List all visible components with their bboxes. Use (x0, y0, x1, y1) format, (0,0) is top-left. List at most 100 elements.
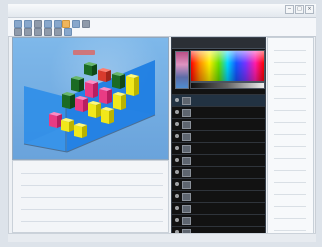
visibility-icon[interactable] (175, 194, 179, 198)
layer-row-5[interactable] (172, 142, 265, 154)
bar-pink-4-front (99, 89, 107, 104)
layer-row-11[interactable] (172, 214, 265, 226)
align-left-icon[interactable] (34, 27, 42, 36)
bar-red-1-front (98, 70, 106, 82)
print-icon[interactable] (34, 19, 42, 28)
visibility-icon[interactable] (175, 206, 179, 210)
three-d-bar-chart (23, 60, 156, 153)
visibility-icon[interactable] (175, 122, 179, 126)
layer-row-4[interactable] (172, 130, 265, 142)
save-icon[interactable] (14, 19, 22, 28)
layer-thumbnail (182, 121, 191, 129)
sidebar-line-2 (274, 62, 306, 63)
toolbar-group-format (14, 27, 72, 36)
sidebar-line-4 (274, 86, 306, 87)
sidebar-line-5 (274, 98, 306, 99)
sidebar-line-9 (274, 146, 306, 147)
italic-icon[interactable] (24, 27, 32, 36)
layer-row-8[interactable] (172, 178, 265, 190)
bold-icon[interactable] (14, 27, 22, 36)
lower-panel-rule-3 (21, 197, 163, 198)
bar-yellow-6-side (134, 76, 139, 96)
layer-thumbnail (182, 217, 191, 225)
toolbar (8, 18, 316, 37)
layers-panel-header (172, 38, 265, 49)
bar-yellow-4-front (101, 109, 109, 124)
layer-row-6[interactable] (172, 154, 265, 166)
sidebar-line-13 (274, 194, 306, 195)
grayscale-palette[interactable] (190, 82, 265, 89)
lower-panel-rule-5 (21, 221, 163, 222)
undo-icon[interactable] (44, 19, 52, 28)
bar-yellow-2-side (82, 125, 87, 138)
layer-thumbnail (182, 133, 191, 141)
bar-green-3-front (84, 64, 92, 76)
settings-icon[interactable] (82, 19, 90, 28)
layer-row-10[interactable] (172, 202, 265, 214)
lower-panel-rule-1 (21, 173, 163, 174)
maximize-button[interactable]: □ (295, 5, 304, 14)
layer-thumbnail (182, 109, 191, 117)
layers-icon[interactable] (72, 19, 80, 28)
visibility-icon[interactable] (175, 134, 179, 138)
toolbar-group-secondary (62, 19, 90, 28)
bar-yellow-5-front (113, 94, 121, 110)
toolbar-group-primary (14, 19, 62, 28)
bar-yellow-1-front (61, 120, 69, 132)
minimize-button[interactable]: − (285, 5, 294, 14)
color-palette[interactable] (190, 50, 265, 82)
layer-row-7[interactable] (172, 166, 265, 178)
zoom-icon[interactable] (62, 19, 70, 28)
sidebar-line-8 (274, 134, 306, 135)
screen: − □ × (8, 4, 316, 242)
layer-thumbnail (182, 205, 191, 213)
bar-pink-1-front (49, 114, 57, 128)
visibility-icon[interactable] (175, 170, 179, 174)
selected-color-swatch[interactable] (175, 51, 189, 89)
layer-row-1[interactable] (172, 94, 265, 106)
visibility-icon[interactable] (175, 110, 179, 114)
close-button[interactable]: × (305, 5, 314, 14)
bar-green-2-front (71, 78, 79, 92)
bar-red-1-side (106, 70, 111, 82)
visibility-icon[interactable] (175, 182, 179, 186)
sidebar-line-11 (274, 170, 306, 171)
sidebar-line-14 (274, 206, 306, 207)
lower-document-panel (12, 160, 169, 233)
layer-row-9[interactable] (172, 190, 265, 202)
align-right-icon[interactable] (54, 27, 62, 36)
layer-thumbnail (182, 169, 191, 177)
bar-green-4-front (112, 74, 120, 89)
minimize-icon: − (287, 6, 292, 12)
sidebar-line-7 (274, 122, 306, 123)
bar-yellow-1-side (69, 120, 74, 132)
sidebar-line-16 (274, 230, 306, 231)
align-center-icon[interactable] (44, 27, 52, 36)
sidebar-line-6 (274, 110, 306, 111)
sidebar-line-15 (274, 218, 306, 219)
redo-icon[interactable] (54, 19, 62, 28)
bar-yellow-6-front (126, 76, 134, 96)
sidebar-line-10 (274, 158, 306, 159)
chart-canvas[interactable] (12, 37, 169, 160)
bar-green-2-side (79, 78, 84, 92)
bar-green-3-side (92, 64, 97, 76)
visibility-icon[interactable] (175, 98, 179, 102)
layer-thumbnail (182, 157, 191, 165)
bar-pink-4-side (107, 89, 112, 104)
open-icon[interactable] (24, 19, 32, 28)
visibility-icon[interactable] (175, 158, 179, 162)
layer-row-2[interactable] (172, 106, 265, 118)
color-icon[interactable] (64, 27, 72, 36)
visibility-icon[interactable] (175, 218, 179, 222)
bar-pink-2-side (83, 98, 88, 112)
right-document-sidebar (267, 37, 314, 239)
maximize-icon: □ (297, 6, 302, 12)
layer-thumbnail (182, 193, 191, 201)
layer-row-3[interactable] (172, 118, 265, 130)
sidebar-line-3 (274, 74, 306, 75)
sidebar-line-1 (274, 50, 306, 51)
bar-pink-3-side (93, 82, 98, 98)
bar-green-4-side (120, 74, 125, 89)
visibility-icon[interactable] (175, 146, 179, 150)
